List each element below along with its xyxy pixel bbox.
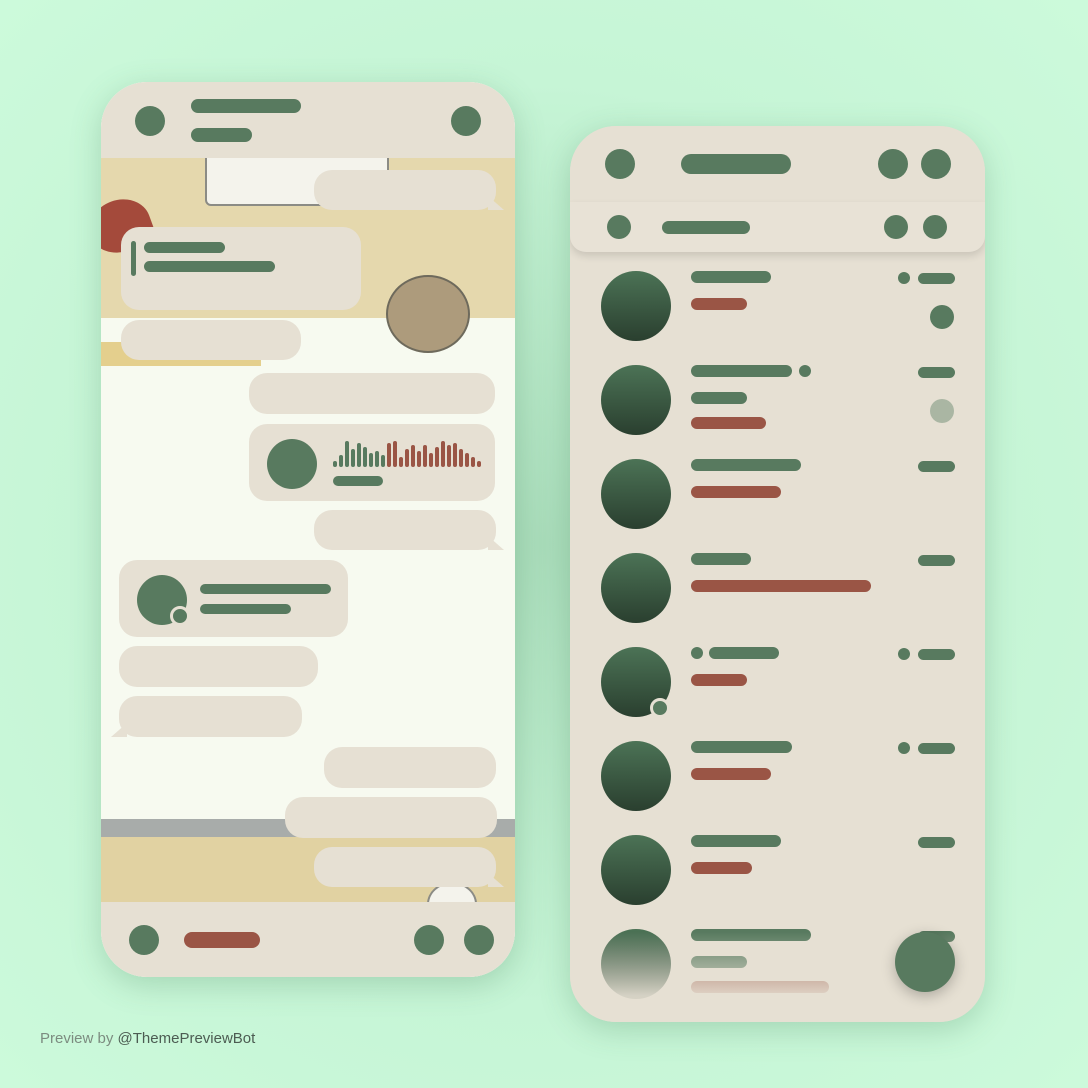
voice-duration-placeholder: [333, 476, 383, 486]
incoming-message[interactable]: [119, 646, 318, 687]
chat-time-placeholder: [918, 837, 955, 848]
online-indicator: [650, 698, 670, 718]
contact-name-placeholder: [200, 584, 331, 594]
chat-input-bar: [101, 902, 515, 977]
emoji-icon[interactable]: [129, 925, 159, 955]
list-item[interactable]: [570, 628, 985, 722]
play-button-icon[interactable]: [267, 439, 317, 489]
chat-list: [570, 252, 985, 1022]
avatar: [601, 365, 671, 435]
outgoing-message[interactable]: [314, 847, 496, 887]
credit-prefix: Preview by: [40, 1030, 114, 1047]
incoming-message[interactable]: [121, 320, 301, 360]
chat-sender-placeholder: [691, 392, 747, 404]
preview-credit: Preview by @ThemePreviewBot: [40, 1030, 255, 1047]
verified-icon: [799, 365, 811, 377]
chat-preview-placeholder: [691, 580, 871, 592]
voice-waveform: [333, 440, 483, 467]
archive-row[interactable]: [570, 202, 985, 252]
archive-action-icon[interactable]: [884, 215, 908, 239]
read-check-icon: [898, 272, 910, 284]
chat-preview-placeholder: [691, 298, 747, 310]
chat-time-placeholder: [918, 273, 955, 284]
app-title-placeholder: [681, 154, 791, 174]
chat-preview-placeholder: [691, 674, 747, 686]
outgoing-message[interactable]: [285, 797, 497, 838]
search-icon[interactable]: [921, 149, 951, 179]
read-check-icon: [898, 648, 910, 660]
chat-time-placeholder: [918, 461, 955, 472]
incoming-message[interactable]: [119, 696, 302, 737]
back-avatar-icon[interactable]: [135, 106, 165, 136]
list-item[interactable]: [570, 722, 985, 816]
chat-name-placeholder: [709, 647, 779, 659]
contact-online-indicator: [170, 606, 190, 626]
reply-text-placeholder: [144, 261, 275, 272]
attach-icon[interactable]: [414, 925, 444, 955]
reply-quote-line: [131, 241, 136, 276]
lock-icon[interactable]: [878, 149, 908, 179]
list-item[interactable]: [570, 534, 985, 628]
muted-unread-badge: [930, 399, 954, 423]
chat-preview-placeholder: [691, 417, 766, 429]
chatlist-phone: [570, 126, 985, 1022]
voice-message[interactable]: [249, 424, 495, 501]
compose-button[interactable]: [895, 932, 955, 992]
archive-action-icon[interactable]: [923, 215, 947, 239]
chat-phone: [101, 82, 515, 977]
menu-icon[interactable]: [605, 149, 635, 179]
chat-status-placeholder: [191, 128, 252, 142]
read-check-icon: [898, 742, 910, 754]
list-item[interactable]: [570, 816, 985, 910]
chat-time-placeholder: [918, 743, 955, 754]
avatar: [601, 835, 671, 905]
list-item[interactable]: [570, 440, 985, 534]
chat-title-placeholder: [191, 99, 301, 113]
avatar: [601, 553, 671, 623]
outgoing-message[interactable]: [314, 170, 496, 210]
message-input-placeholder[interactable]: [184, 932, 260, 948]
chat-preview-placeholder: [691, 486, 781, 498]
microphone-icon[interactable]: [464, 925, 494, 955]
chat-name-placeholder: [691, 553, 751, 565]
menu-icon[interactable]: [451, 106, 481, 136]
reply-author-placeholder: [144, 242, 225, 253]
chat-name-placeholder: [691, 365, 792, 377]
list-item[interactable]: [570, 346, 985, 440]
chat-time-placeholder: [918, 555, 955, 566]
chat-preview-placeholder: [691, 862, 752, 874]
chat-name-placeholder: [691, 835, 781, 847]
chat-time-placeholder: [918, 367, 955, 378]
chat-type-icon: [691, 647, 703, 659]
archive-label-placeholder: [662, 221, 750, 234]
chatlist-header: [570, 126, 985, 202]
chat-name-placeholder: [691, 271, 771, 283]
avatar: [601, 271, 671, 341]
list-item[interactable]: [570, 252, 985, 346]
avatar: [601, 741, 671, 811]
chat-name-placeholder: [691, 459, 801, 471]
reply-message[interactable]: [121, 227, 361, 310]
avatar: [601, 459, 671, 529]
outgoing-message[interactable]: [314, 510, 496, 550]
chat-name-placeholder: [691, 741, 792, 753]
credit-handle[interactable]: @ThemePreviewBot: [118, 1030, 256, 1047]
wallpaper-circle: [386, 275, 470, 353]
chat-header: [101, 82, 515, 158]
outgoing-message[interactable]: [324, 747, 496, 788]
outgoing-message[interactable]: [249, 373, 495, 414]
chat-time-placeholder: [918, 649, 955, 660]
unread-badge: [930, 305, 954, 329]
chat-preview-placeholder: [691, 768, 771, 780]
contact-message[interactable]: [119, 560, 348, 637]
archive-icon: [607, 215, 631, 239]
contact-info-placeholder: [200, 604, 291, 614]
